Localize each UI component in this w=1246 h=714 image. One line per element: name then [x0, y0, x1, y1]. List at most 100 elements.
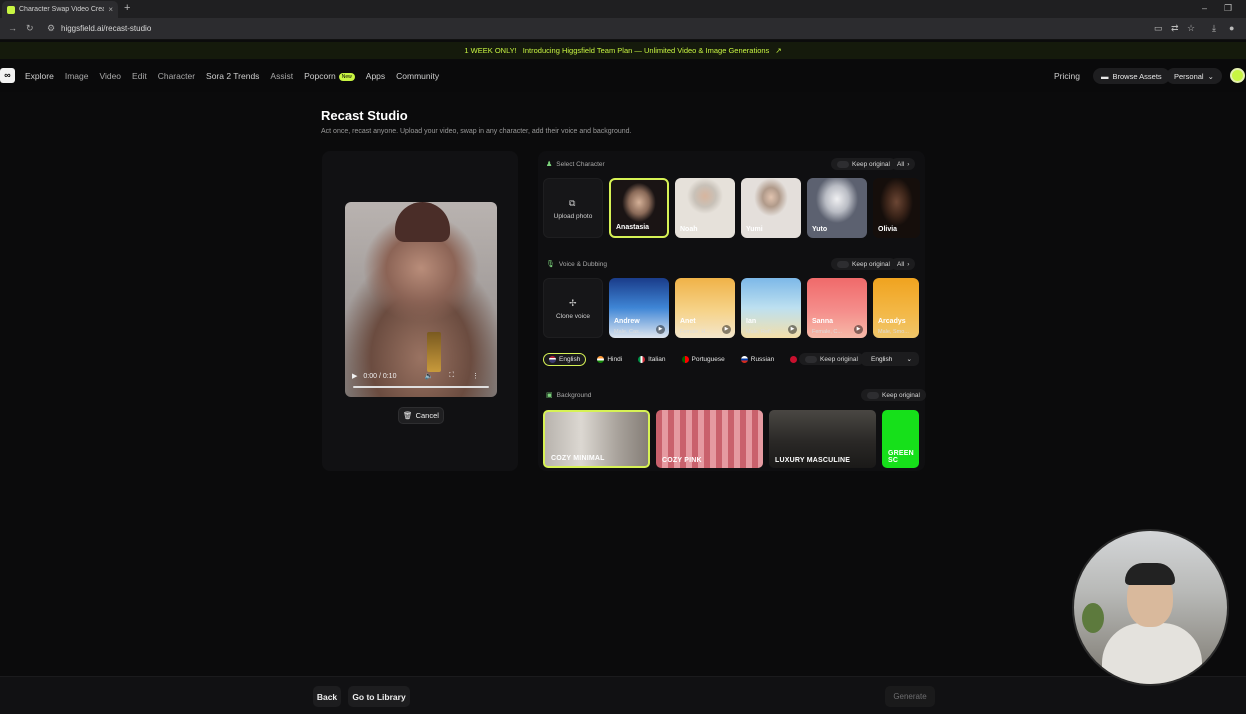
voice-desc: Male, Refl... — [746, 329, 776, 335]
language-label: Hindi — [607, 355, 623, 363]
character-card-olivia[interactable]: Olivia — [873, 178, 920, 238]
nav-image[interactable]: Image — [65, 71, 89, 81]
back-button[interactable]: Back — [313, 686, 341, 707]
clone-voice-label: Clone voice — [556, 313, 590, 320]
image-icon: ▣ — [546, 392, 553, 399]
all-voices-button[interactable]: All › — [891, 258, 916, 270]
workspace-select[interactable]: Personal ⌄ — [1166, 68, 1222, 84]
new-tab-button[interactable]: + — [124, 2, 130, 14]
language-portuguese[interactable]: Portuguese — [677, 354, 730, 365]
character-card-anastasia[interactable]: Anastasia — [609, 178, 669, 238]
nav-community[interactable]: Community — [396, 71, 439, 81]
play-icon[interactable]: ▶ — [352, 372, 357, 380]
nav-sora-trends[interactable]: Sora 2 Trends — [206, 71, 259, 81]
chevron-down-icon: ⌄ — [906, 356, 912, 363]
voice-dubbing-heading: 🎙 Voice & Dubbing — [546, 260, 607, 269]
uploaded-video[interactable] — [345, 202, 497, 397]
reload-icon[interactable]: ↻ — [26, 23, 34, 34]
character-card-noah[interactable]: Noah — [675, 178, 735, 238]
nav-popcorn-wrap[interactable]: Popcorn New — [304, 71, 355, 81]
language-label: Italian — [648, 355, 666, 363]
play-sample-icon[interactable]: ▶ — [722, 325, 731, 334]
play-sample-icon[interactable]: ▶ — [788, 325, 797, 334]
background-card-cozy-minimal[interactable]: COZY MINIMAL — [543, 410, 650, 468]
person-icon: ♟ — [546, 161, 553, 168]
character-name: Olivia — [878, 226, 898, 233]
voice-card-arcadys[interactable]: Arcadys Male, Smo... — [873, 278, 919, 338]
minimize-icon[interactable]: – — [1202, 3, 1207, 13]
cancel-label: Cancel — [415, 411, 439, 420]
install-icon[interactable]: ▭ — [1154, 23, 1163, 34]
voice-card-andrew[interactable]: Andrew Male, Cas... ▶ — [609, 278, 669, 338]
profile-icon[interactable]: ● — [1229, 23, 1234, 33]
webcam-plant — [1082, 603, 1104, 633]
promo-banner[interactable]: 1 WEEK ONLY! Introducing Higgsfield Team… — [0, 42, 1246, 59]
background-card-cozy-pink[interactable]: COZY PINK — [656, 410, 763, 468]
keep-original-character-toggle[interactable]: Keep original — [831, 158, 896, 170]
higgsfield-logo[interactable]: ∞ — [0, 68, 15, 83]
keep-original-language-toggle[interactable]: Keep original — [799, 353, 864, 365]
voice-add-icon: ✢ — [569, 298, 577, 308]
microphone-icon: 🎙 — [546, 261, 555, 268]
voice-card-sanna[interactable]: Sanna Female, C... ▶ — [807, 278, 867, 338]
tab-close-icon[interactable]: × — [108, 5, 113, 14]
character-card-yumi[interactable]: Yumi — [741, 178, 801, 238]
language-label: English — [559, 355, 581, 363]
language-russian[interactable]: Russian — [736, 354, 779, 365]
play-sample-icon[interactable]: ▶ — [854, 325, 863, 334]
nav-character[interactable]: Character — [158, 71, 195, 81]
all-label: All — [897, 160, 905, 168]
all-characters-button[interactable]: All › — [891, 158, 916, 170]
character-name: Yuto — [812, 226, 828, 233]
webcam-person-body — [1102, 623, 1202, 684]
translate-icon[interactable]: ⇄ — [1171, 23, 1179, 34]
nav-edit[interactable]: Edit — [132, 71, 147, 81]
select-character-heading: ♟ Select Character — [546, 160, 605, 169]
background-name: COZY MINIMAL — [551, 455, 605, 462]
voice-name: Anet — [680, 318, 696, 325]
language-english[interactable]: English — [543, 352, 587, 366]
browser-tab[interactable]: Character Swap Video Creato × — [2, 1, 118, 18]
voice-card-ian[interactable]: Ian Male, Refl... ▶ — [741, 278, 801, 338]
volume-icon[interactable]: 🔈 — [424, 372, 433, 380]
background-card-green-screen[interactable]: GREEN SC — [882, 410, 919, 468]
external-arrow-icon: ↗ — [775, 46, 782, 55]
nav-assist[interactable]: Assist — [270, 71, 293, 81]
site-info-icon[interactable]: ⚙ — [47, 23, 55, 34]
restore-icon[interactable]: ❐ — [1224, 3, 1232, 14]
video-subject-hair — [395, 202, 450, 242]
character-name: Yumi — [746, 226, 763, 233]
toggle-switch — [867, 391, 879, 399]
download-icon[interactable]: ⤓ — [1212, 23, 1216, 34]
character-name: Anastasia — [616, 224, 650, 231]
background-card-luxury-masculine[interactable]: LUXURY MASCULINE — [769, 410, 876, 468]
section-title: Background — [556, 391, 592, 399]
keep-original-label: Keep original — [852, 160, 890, 168]
more-options-icon[interactable]: ⋮ — [472, 372, 479, 380]
keep-original-background-toggle[interactable]: Keep original — [861, 389, 926, 401]
nav-video[interactable]: Video — [99, 71, 121, 81]
keep-original-voice-toggle[interactable]: Keep original — [831, 258, 896, 270]
image-upload-icon: ⧉ — [569, 198, 576, 208]
clone-voice-button[interactable]: ✢ Clone voice — [543, 278, 603, 338]
nav-explore[interactable]: Explore — [25, 71, 54, 81]
language-hindi[interactable]: Hindi — [592, 354, 627, 365]
user-avatar[interactable] — [1230, 68, 1245, 83]
fullscreen-icon[interactable]: ⛶ — [449, 372, 454, 380]
language-select[interactable]: English ⌄ — [861, 352, 919, 366]
bookmark-star-icon[interactable]: ☆ — [1187, 23, 1195, 34]
go-to-library-button[interactable]: Go to Library — [348, 686, 410, 707]
browse-assets-button[interactable]: ▬ Browse Assets — [1093, 68, 1170, 84]
voice-card-anet[interactable]: Anet Female, H... ▶ — [675, 278, 735, 338]
url-field[interactable]: higgsfield.ai/recast-studio — [61, 24, 151, 33]
language-italian[interactable]: Italian — [633, 354, 670, 365]
cancel-button[interactable]: 🗑 Cancel — [398, 407, 444, 424]
forward-icon[interactable]: → — [8, 23, 17, 33]
play-sample-icon[interactable]: ▶ — [656, 325, 665, 334]
nav-pricing[interactable]: Pricing — [1054, 71, 1080, 81]
character-card-yuto[interactable]: Yuto — [807, 178, 867, 238]
video-progress-bar[interactable] — [353, 386, 489, 388]
nav-apps[interactable]: Apps — [366, 71, 385, 81]
upload-photo-button[interactable]: ⧉ Upload photo — [543, 178, 603, 238]
generate-button[interactable]: Generate — [885, 686, 935, 707]
